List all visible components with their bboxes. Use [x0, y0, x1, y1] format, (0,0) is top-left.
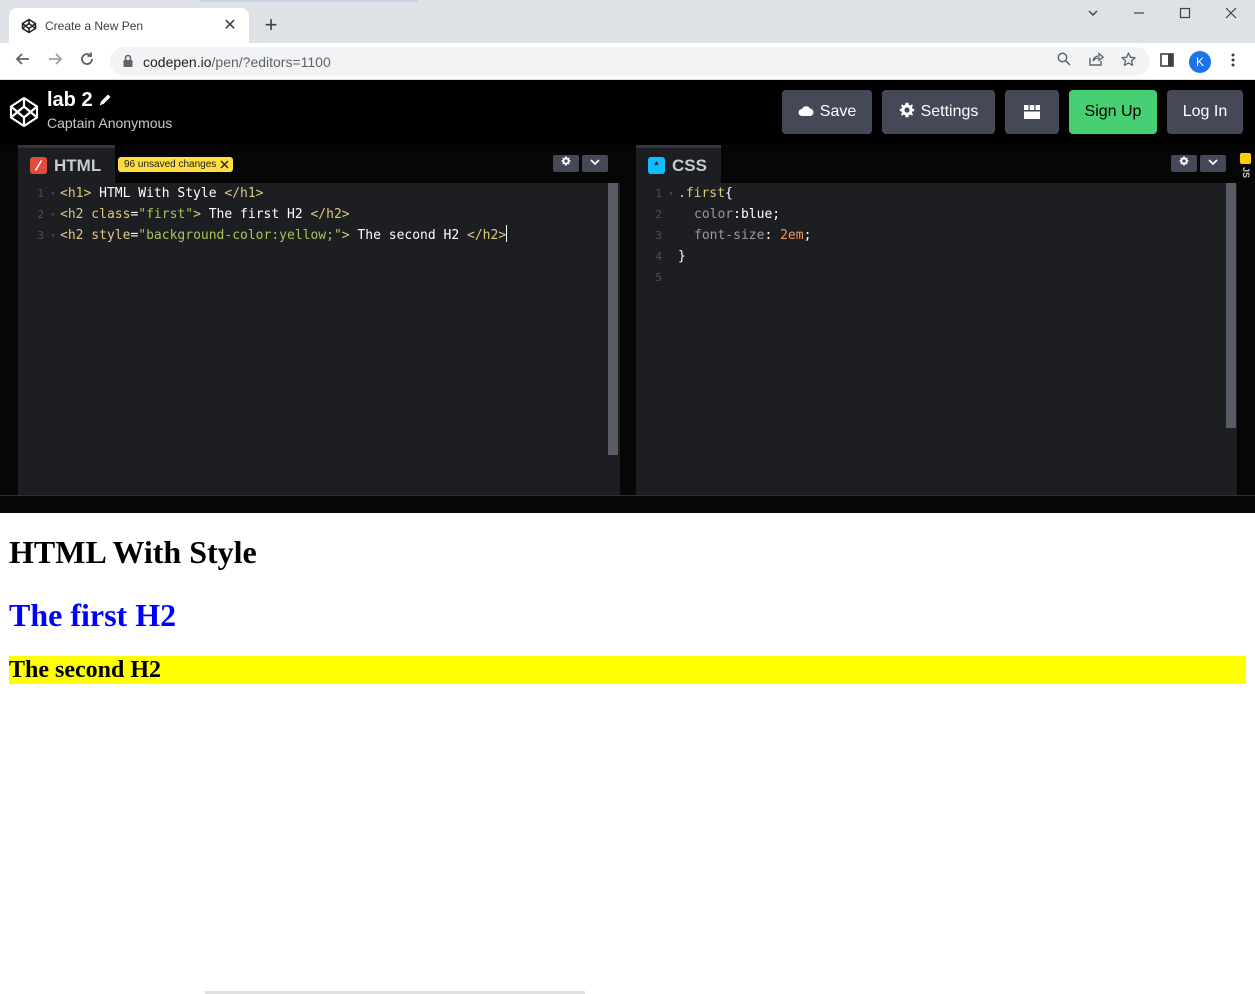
html-panel-header: HTML 96 unsaved changes: [18, 145, 620, 183]
preview-second-h2: The second H2: [9, 656, 1246, 684]
code-line[interactable]: 2 color: blue;: [636, 204, 811, 225]
close-icon[interactable]: [220, 159, 229, 171]
codepen-favicon-icon: [21, 18, 37, 33]
code-line[interactable]: 3 font-size: 2em;: [636, 225, 811, 246]
tab-title: Create a New Pen: [45, 18, 144, 33]
gear-icon: [561, 156, 571, 166]
code-line[interactable]: 1 ▾ .first{: [636, 183, 811, 204]
text-cursor: [506, 225, 508, 242]
browser-tab-bar: Create a New Pen ✕ +: [0, 0, 1255, 43]
js-editor-collapsed-tab[interactable]: JS: [1237, 145, 1255, 495]
save-button[interactable]: Save: [782, 90, 872, 134]
tab-close-icon[interactable]: ✕: [221, 17, 239, 35]
css-code[interactable]: 1 ▾ .first{ 2 color: blue; 3 font-size: 2e…: [636, 183, 811, 288]
preview-first-h2: The first H2: [9, 597, 177, 633]
editor-left-gutter: [0, 145, 18, 495]
forward-button[interactable]: [44, 50, 66, 72]
log-in-button[interactable]: Log In: [1167, 90, 1243, 134]
code-line[interactable]: 3 ▾ <h2 style = "background-color:yellow;" >…: [18, 225, 508, 246]
side-panel-icon[interactable]: [1156, 50, 1178, 72]
share-icon[interactable]: [1086, 52, 1106, 72]
pencil-icon[interactable]: [99, 93, 112, 109]
lock-icon[interactable]: [122, 53, 134, 69]
url-text[interactable]: codepen.io/pen/?editors=1100: [143, 54, 331, 70]
minimize-icon[interactable]: [1128, 4, 1150, 26]
reload-icon: [81, 52, 93, 65]
cloud-icon: [798, 104, 814, 121]
close-window-icon[interactable]: [1220, 4, 1242, 26]
profile-avatar[interactable]: K: [1189, 51, 1211, 73]
kebab-menu-icon[interactable]: [1222, 50, 1244, 72]
css-panel-header: * CSS: [636, 145, 1237, 183]
pen-author: Captain Anonymous: [47, 115, 173, 131]
codepen-logo-icon[interactable]: [8, 96, 40, 128]
html-code[interactable]: 1 ▾ <h1> HTML With Style </h1> 2 ▾ <h2 cla…: [18, 183, 508, 246]
sign-up-button[interactable]: Sign Up: [1069, 90, 1157, 134]
star-icon[interactable]: [1118, 52, 1138, 72]
tab-search-icon[interactable]: [1082, 4, 1104, 26]
html-editor-scrollbar[interactable]: [608, 183, 618, 455]
html-slash-icon: [30, 157, 47, 174]
chevron-down-icon: [1208, 159, 1218, 166]
html-collapse-button[interactable]: [582, 155, 608, 172]
preview-h1: HTML With Style: [9, 534, 257, 570]
result-preview: HTML With Style The first H2 The second …: [0, 513, 1255, 994]
browser-tab[interactable]: Create a New Pen ✕: [9, 8, 249, 43]
layout-grid-icon: [1024, 105, 1040, 119]
code-line[interactable]: 1 ▾ <h1> HTML With Style </h1>: [18, 183, 507, 204]
layout-button[interactable]: [1005, 90, 1059, 134]
editor-resize-handle[interactable]: [620, 145, 636, 495]
html-editor-panel: HTML 96 unsaved changes 1 ▾ <h1> HTML Wit…: [18, 145, 620, 495]
search-icon[interactable]: [1054, 52, 1074, 72]
editor-area: HTML 96 unsaved changes 1 ▾ <h1> HTML Wit…: [0, 145, 1255, 495]
maximize-icon[interactable]: [1174, 4, 1196, 26]
code-line[interactable]: 4 }: [636, 246, 811, 267]
code-line[interactable]: 5: [636, 267, 811, 288]
html-editor-tab[interactable]: HTML: [18, 145, 116, 183]
settings-button[interactable]: Settings: [882, 90, 995, 134]
codepen-header: lab 2 Captain Anonymous Save Settings Si…: [0, 80, 1255, 145]
back-button[interactable]: [12, 50, 34, 72]
arrow-right-icon: [49, 53, 63, 65]
chevron-down-icon: [590, 159, 600, 166]
address-bar[interactable]: codepen.io/pen/?editors=1100: [110, 47, 1150, 76]
preview-resize-bar[interactable]: [0, 495, 1255, 513]
unsaved-changes-badge[interactable]: 96 unsaved changes: [118, 157, 234, 172]
browser-toolbar: codepen.io/pen/?editors=1100 K: [0, 43, 1255, 80]
css-editor-panel: * CSS 1 ▾ .first{ 2 color: blue; 3 font-si…: [636, 145, 1237, 495]
js-icon: [1240, 153, 1251, 164]
html-settings-button[interactable]: [553, 155, 579, 172]
css-settings-button[interactable]: [1171, 155, 1197, 172]
tab-loading-indicator: [200, 0, 418, 2]
js-editor-label: JS: [1241, 167, 1251, 179]
gear-icon: [899, 102, 915, 122]
gear-icon: [1179, 156, 1189, 166]
new-tab-button[interactable]: +: [260, 13, 282, 37]
css-collapse-button[interactable]: [1200, 155, 1226, 172]
reload-button[interactable]: [76, 50, 98, 72]
css-asterisk-icon: *: [648, 157, 665, 174]
css-editor-scrollbar[interactable]: [1226, 183, 1236, 428]
pen-title[interactable]: lab 2: [47, 89, 112, 112]
code-line[interactable]: 2 ▾ <h2 class = "first" > The first H2 </h2>: [18, 204, 507, 225]
arrow-left-icon: [15, 53, 29, 65]
css-editor-tab[interactable]: * CSS: [636, 145, 721, 183]
